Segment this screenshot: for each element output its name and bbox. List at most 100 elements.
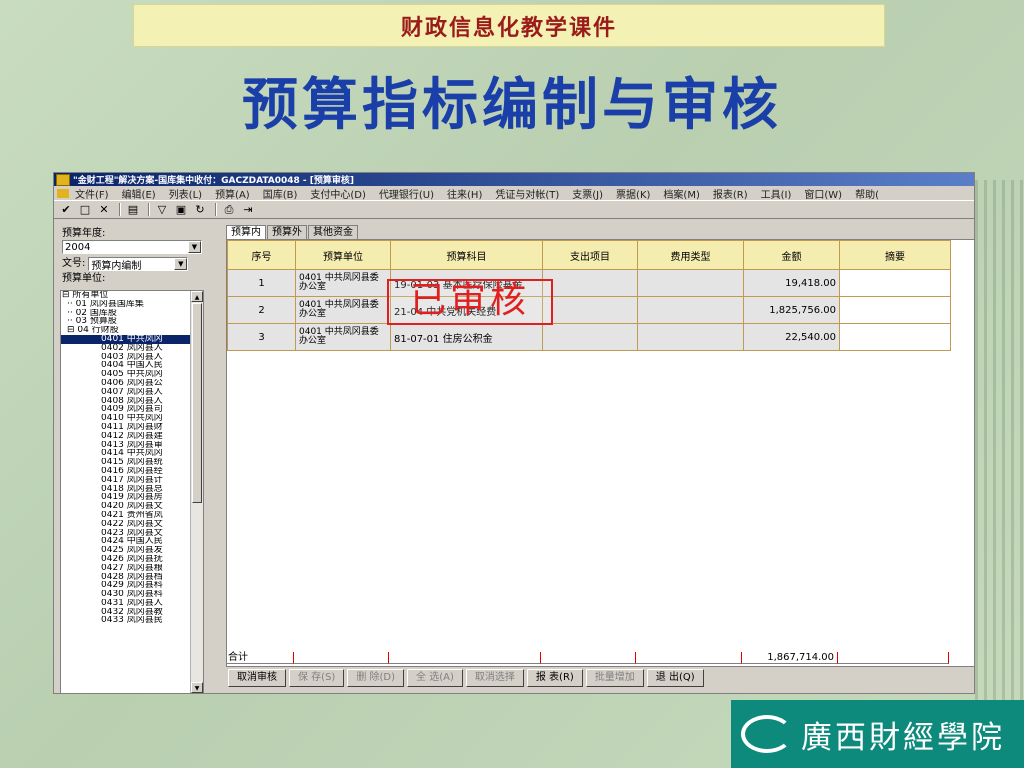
scroll-thumb[interactable] <box>192 303 202 503</box>
menu-item[interactable]: 票据(K) <box>616 186 650 201</box>
table-row[interactable]: 2 0401 中共凤冈县委办公室 21-04 中共党机关经费 1,825,756… <box>227 296 951 324</box>
tree-node[interactable]: 0407 凤冈县人 <box>61 388 203 397</box>
tree-node[interactable]: 0418 凤冈县总 <box>61 485 203 494</box>
tree-node[interactable]: 0402 凤冈县人 <box>61 344 203 353</box>
tree-node[interactable]: 0411 凤冈县财 <box>61 423 203 432</box>
tree-node[interactable]: 0414 中共凤冈 <box>61 449 203 458</box>
tab-budget-in[interactable]: 预算内 <box>226 225 266 239</box>
delete-button[interactable]: 删 除(D) <box>347 669 405 687</box>
menu-item[interactable]: 帮助( <box>855 186 879 201</box>
tree-node[interactable]: 0428 凤冈县档 <box>61 573 203 582</box>
tree-node[interactable]: 0427 凤冈县粮 <box>61 564 203 573</box>
tree-node[interactable]: ·· 03 预算股 <box>61 317 203 326</box>
col-subject-header[interactable]: 预算科目 <box>390 240 543 270</box>
exit-button[interactable]: 退 出(Q) <box>646 669 704 687</box>
print-preview-icon[interactable]: ▣ <box>173 203 189 217</box>
tree-node[interactable]: 0423 凤冈县文 <box>61 529 203 538</box>
tree-node[interactable]: 0421 贵州省凤 <box>61 511 203 520</box>
tree-node[interactable]: 0429 凤冈县科 <box>61 581 203 590</box>
cell-note[interactable] <box>839 269 951 297</box>
menu-item[interactable]: 国库(B) <box>263 186 298 201</box>
tree-node[interactable]: 0422 凤冈县文 <box>61 520 203 529</box>
cancel-audit-button[interactable]: 取消审核 <box>228 669 286 687</box>
batch-add-button[interactable]: 批量增加 <box>585 669 644 687</box>
tree-node[interactable]: 0417 凤冈县计 <box>61 476 203 485</box>
tree-node[interactable]: 0420 凤冈县文 <box>61 502 203 511</box>
delete-icon[interactable]: ✕ <box>96 203 112 217</box>
filter-icon[interactable]: ▽ <box>154 203 170 217</box>
year-select[interactable]: 2004 ▼ <box>62 240 202 254</box>
table-row[interactable]: 3 0401 中共凤冈县委办公室 81-07-01 住房公积金 22,540.0… <box>227 323 951 351</box>
tree-node[interactable]: 0433 凤冈县民 <box>61 616 203 625</box>
tree-node[interactable]: 0425 凤冈县发 <box>61 546 203 555</box>
cell-item <box>542 323 638 351</box>
app-icon <box>56 173 70 186</box>
tree-node[interactable]: ·· 02 国库股 <box>61 309 203 318</box>
tree-node[interactable]: 0405 中共凤冈 <box>61 370 203 379</box>
chevron-down-icon[interactable]: ▼ <box>188 241 201 253</box>
tab-other-funds[interactable]: 其他资金 <box>308 225 358 239</box>
exit-icon[interactable]: ⇥ <box>240 203 256 217</box>
col-amount-header[interactable]: 金额 <box>743 240 840 270</box>
tree-node[interactable]: 0416 凤冈县经 <box>61 467 203 476</box>
menu-item[interactable]: 报表(R) <box>713 186 748 201</box>
cell-note[interactable] <box>839 296 951 324</box>
cell-note[interactable] <box>839 323 951 351</box>
scroll-down-icon[interactable]: ▼ <box>191 682 203 693</box>
tree-node[interactable]: ⊟ 所有单位 <box>61 291 203 300</box>
tree-node[interactable]: 0415 凤冈县统 <box>61 458 203 467</box>
print-icon[interactable]: ⎙ <box>221 203 237 217</box>
menu-item[interactable]: 凭证与对帐(T) <box>495 186 559 201</box>
menu-item[interactable]: 工具(I) <box>761 186 792 201</box>
menu-item[interactable]: 代理银行(U) <box>379 186 434 201</box>
chevron-down-icon[interactable]: ▼ <box>174 258 188 270</box>
save-icon[interactable]: ▤ <box>125 203 141 217</box>
tree-node[interactable]: ⊟ 04 行财股 <box>61 326 203 335</box>
check-edit-icon[interactable]: ✔ <box>58 203 74 217</box>
tree-node[interactable]: 0409 凤冈县司 <box>61 405 203 414</box>
menu-item[interactable]: 编辑(E) <box>122 186 156 201</box>
table-row[interactable]: 1 0401 中共凤冈县委办公室 19-01-03 基本医疗保险基金 19,41… <box>227 269 951 297</box>
tree-node[interactable]: 0406 凤冈县公 <box>61 379 203 388</box>
tree-node[interactable]: 0419 凤冈县房 <box>61 493 203 502</box>
tree-node-selected[interactable]: 0401 中共凤冈 <box>61 334 203 344</box>
col-unit-header[interactable]: 预算单位 <box>295 240 391 270</box>
tree-scrollbar[interactable]: ▲ ▼ <box>190 291 203 693</box>
tree-node[interactable]: 0410 中共凤冈 <box>61 414 203 423</box>
tree-node[interactable]: 0424 中国人民 <box>61 537 203 546</box>
window-titlebar[interactable]: "金财工程"解决方案-国库集中收付：GACZDATA0048 - [预算审核] <box>54 173 974 186</box>
tree-node[interactable]: 0408 凤冈县人 <box>61 397 203 406</box>
tree-node[interactable]: 0413 凤冈县审 <box>61 441 203 450</box>
tree-node[interactable]: 0403 凤冈县人 <box>61 353 203 362</box>
new-doc-icon[interactable]: □ <box>77 203 93 217</box>
unit-tree[interactable]: ⊟ 所有单位 ·· 01 凤冈县国库集 ·· 02 国库股 ·· 03 预算股 ⊟ 04… <box>60 290 204 693</box>
tree-node[interactable]: 0404 中国人民 <box>61 361 203 370</box>
menu-item[interactable]: 往来(H) <box>447 186 482 201</box>
deselect-button[interactable]: 取消选择 <box>465 669 524 687</box>
tree-node[interactable]: ·· 01 凤冈县国库集 <box>61 300 203 309</box>
tree-node[interactable]: 0426 凤冈县抚 <box>61 555 203 564</box>
tree-node[interactable]: 0432 凤冈县教 <box>61 608 203 617</box>
tab-budget-out[interactable]: 预算外 <box>267 225 307 239</box>
menu-item[interactable]: 列表(L) <box>169 186 202 201</box>
doc-select[interactable]: 预算内编制 ▼ <box>88 257 189 272</box>
tree-node[interactable]: 0431 凤冈县人 <box>61 599 203 608</box>
select-all-button[interactable]: 全 选(A) <box>407 669 463 687</box>
menu-item[interactable]: 文件(F) <box>75 186 109 201</box>
col-type-header[interactable]: 费用类型 <box>637 240 744 270</box>
menu-item[interactable]: 支票(J) <box>572 186 603 201</box>
report-button[interactable]: 报 表(R) <box>526 669 583 687</box>
col-note-header[interactable]: 摘要 <box>839 240 951 270</box>
menu-item[interactable]: 窗口(W) <box>804 186 842 201</box>
col-seq-header[interactable]: 序号 <box>227 240 296 270</box>
tree-node[interactable]: 0430 凤冈县科 <box>61 590 203 599</box>
cell-type <box>637 269 744 297</box>
menu-item[interactable]: 预算(A) <box>215 186 250 201</box>
menu-item[interactable]: 支付中心(D) <box>310 186 366 201</box>
col-item-header[interactable]: 支出项目 <box>542 240 638 270</box>
menu-item[interactable]: 档案(M) <box>663 186 699 201</box>
scroll-up-icon[interactable]: ▲ <box>191 291 203 302</box>
save-button[interactable]: 保 存(S) <box>289 669 345 687</box>
refresh-icon[interactable]: ↻ <box>192 203 208 217</box>
tree-node[interactable]: 0412 凤冈县建 <box>61 432 203 441</box>
